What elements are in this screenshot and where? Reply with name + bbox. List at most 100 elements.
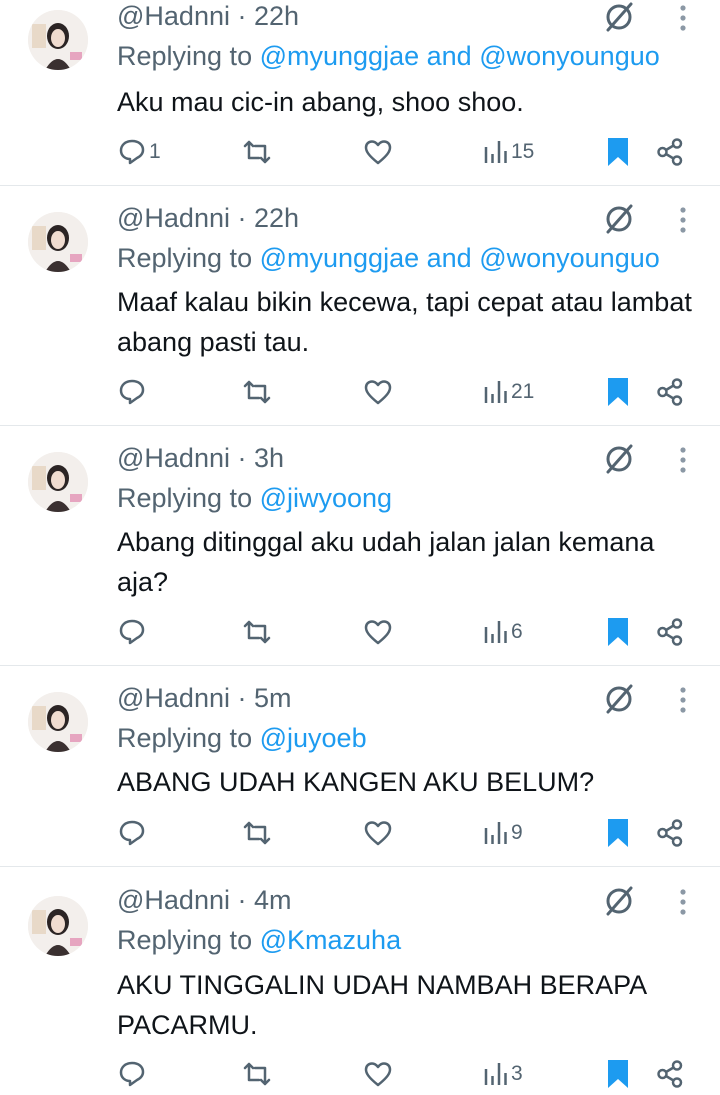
retweet-button[interactable] — [242, 816, 274, 850]
mention-link[interactable]: @myunggjae — [260, 41, 420, 71]
reply-button[interactable] — [117, 816, 149, 850]
retweet-button[interactable] — [242, 615, 274, 649]
bookmark-button[interactable] — [606, 375, 630, 409]
replying-to: Replying to @jiwyoong — [117, 482, 392, 514]
bookmark-icon — [608, 138, 628, 166]
tweet[interactable]: @Hadnni · 22h Replying to @myunggjae and… — [0, 0, 720, 185]
views-bar-icon — [484, 381, 507, 403]
reply-icon — [119, 379, 145, 405]
reply-button[interactable] — [117, 615, 149, 649]
more-vertical-icon[interactable] — [677, 684, 689, 718]
reply-button[interactable] — [117, 375, 149, 409]
more-vertical-icon[interactable] — [677, 886, 689, 920]
avatar[interactable] — [28, 10, 88, 70]
retweet-button[interactable] — [242, 375, 274, 409]
heart-icon — [364, 140, 392, 165]
reply-icon — [119, 1061, 145, 1087]
timestamp[interactable]: · 3h — [238, 443, 285, 473]
heart-icon — [364, 1062, 392, 1087]
share-button[interactable] — [656, 1057, 684, 1091]
avatar[interactable] — [28, 896, 88, 956]
grok-slash-icon[interactable] — [602, 682, 636, 716]
mention-joiner: and — [426, 243, 472, 273]
bookmark-button[interactable] — [606, 615, 630, 649]
replying-prefix: Replying to — [117, 925, 253, 955]
replying-prefix: Replying to — [117, 243, 253, 273]
views-button[interactable]: 9 — [483, 816, 523, 850]
share-button[interactable] — [656, 816, 684, 850]
view-count: 6 — [511, 620, 523, 643]
like-button[interactable] — [363, 135, 395, 169]
retweet-button[interactable] — [242, 135, 274, 169]
tweet[interactable]: @Hadnni · 4m Replying to @Kmazuha AKU TI… — [0, 867, 720, 1095]
grok-slash-icon[interactable] — [602, 884, 636, 918]
replying-to: Replying to @myunggjae and @wonyounguo — [117, 242, 660, 274]
reply-count: 1 — [149, 140, 161, 163]
bookmark-button[interactable] — [606, 1057, 630, 1091]
mention-link[interactable]: @jiwyoong — [260, 483, 392, 513]
retweet-button[interactable] — [242, 1057, 274, 1091]
bookmark-button[interactable] — [606, 816, 630, 850]
grok-slash-icon[interactable] — [602, 202, 636, 236]
replying-prefix: Replying to — [117, 41, 253, 71]
timestamp[interactable]: · 22h — [238, 1, 300, 31]
bookmark-icon — [608, 618, 628, 646]
heart-icon — [364, 620, 392, 645]
views-button[interactable]: 15 — [483, 135, 534, 169]
grok-slash-icon[interactable] — [602, 442, 636, 476]
timestamp[interactable]: · 4m — [238, 885, 292, 915]
avatar[interactable] — [28, 692, 88, 752]
views-bar-icon — [484, 1063, 507, 1085]
replying-prefix: Replying to — [117, 483, 253, 513]
reply-icon — [119, 139, 145, 165]
views-button[interactable]: 3 — [483, 1057, 523, 1091]
replying-to: Replying to @juyoeb — [117, 722, 367, 754]
bookmark-icon — [608, 378, 628, 406]
retweet-icon — [243, 140, 271, 164]
share-icon — [657, 138, 683, 166]
share-button[interactable] — [656, 615, 684, 649]
tweet-header: @Hadnni · 4m — [117, 884, 292, 916]
user-handle[interactable]: @Hadnni — [117, 443, 230, 473]
views-bar-icon — [484, 141, 507, 163]
more-vertical-icon[interactable] — [677, 2, 689, 36]
share-button[interactable] — [656, 375, 684, 409]
user-handle[interactable]: @Hadnni — [117, 885, 230, 915]
tweet[interactable]: @Hadnni · 3h Replying to @jiwyoong Abang… — [0, 426, 720, 665]
like-button[interactable] — [363, 816, 395, 850]
tweet[interactable]: @Hadnni · 22h Replying to @myunggjae and… — [0, 186, 720, 425]
bookmark-button[interactable] — [606, 135, 630, 169]
user-handle[interactable]: @Hadnni — [117, 203, 230, 233]
user-handle[interactable]: @Hadnni — [117, 683, 230, 713]
tweet[interactable]: @Hadnni · 5m Replying to @juyoeb ABANG U… — [0, 666, 720, 866]
avatar[interactable] — [28, 452, 88, 512]
like-button[interactable] — [363, 1057, 395, 1091]
share-button[interactable] — [656, 135, 684, 169]
retweet-icon — [243, 1062, 271, 1086]
mention-link[interactable]: @myunggjae — [260, 243, 420, 273]
views-button[interactable]: 6 — [483, 615, 523, 649]
reply-button[interactable]: 1 — [117, 135, 161, 169]
mention-link[interactable]: @wonyounguo — [479, 41, 660, 71]
mention-link[interactable]: @Kmazuha — [260, 925, 401, 955]
mention-link[interactable]: @juyoeb — [260, 723, 367, 753]
views-button[interactable]: 21 — [483, 375, 534, 409]
grok-slash-icon[interactable] — [602, 0, 636, 34]
timestamp[interactable]: · 22h — [238, 203, 300, 233]
like-button[interactable] — [363, 615, 395, 649]
tweet-text: ABANG UDAH KANGEN AKU BELUM? — [117, 767, 595, 797]
tweet-text: Aku mau cic-in abang, shoo shoo. — [117, 87, 524, 117]
view-count: 3 — [511, 1062, 523, 1085]
more-vertical-icon[interactable] — [677, 444, 689, 478]
heart-icon — [364, 380, 392, 405]
user-handle[interactable]: @Hadnni — [117, 1, 230, 31]
mention-joiner: and — [426, 41, 472, 71]
tweet-text: Maaf kalau bikin kecewa, tapi cepat atau… — [117, 287, 692, 357]
mention-link[interactable]: @wonyounguo — [479, 243, 660, 273]
like-button[interactable] — [363, 375, 395, 409]
tweet-header: @Hadnni · 22h — [117, 0, 299, 32]
avatar[interactable] — [28, 212, 88, 272]
more-vertical-icon[interactable] — [677, 204, 689, 238]
timestamp[interactable]: · 5m — [238, 683, 292, 713]
reply-button[interactable] — [117, 1057, 149, 1091]
